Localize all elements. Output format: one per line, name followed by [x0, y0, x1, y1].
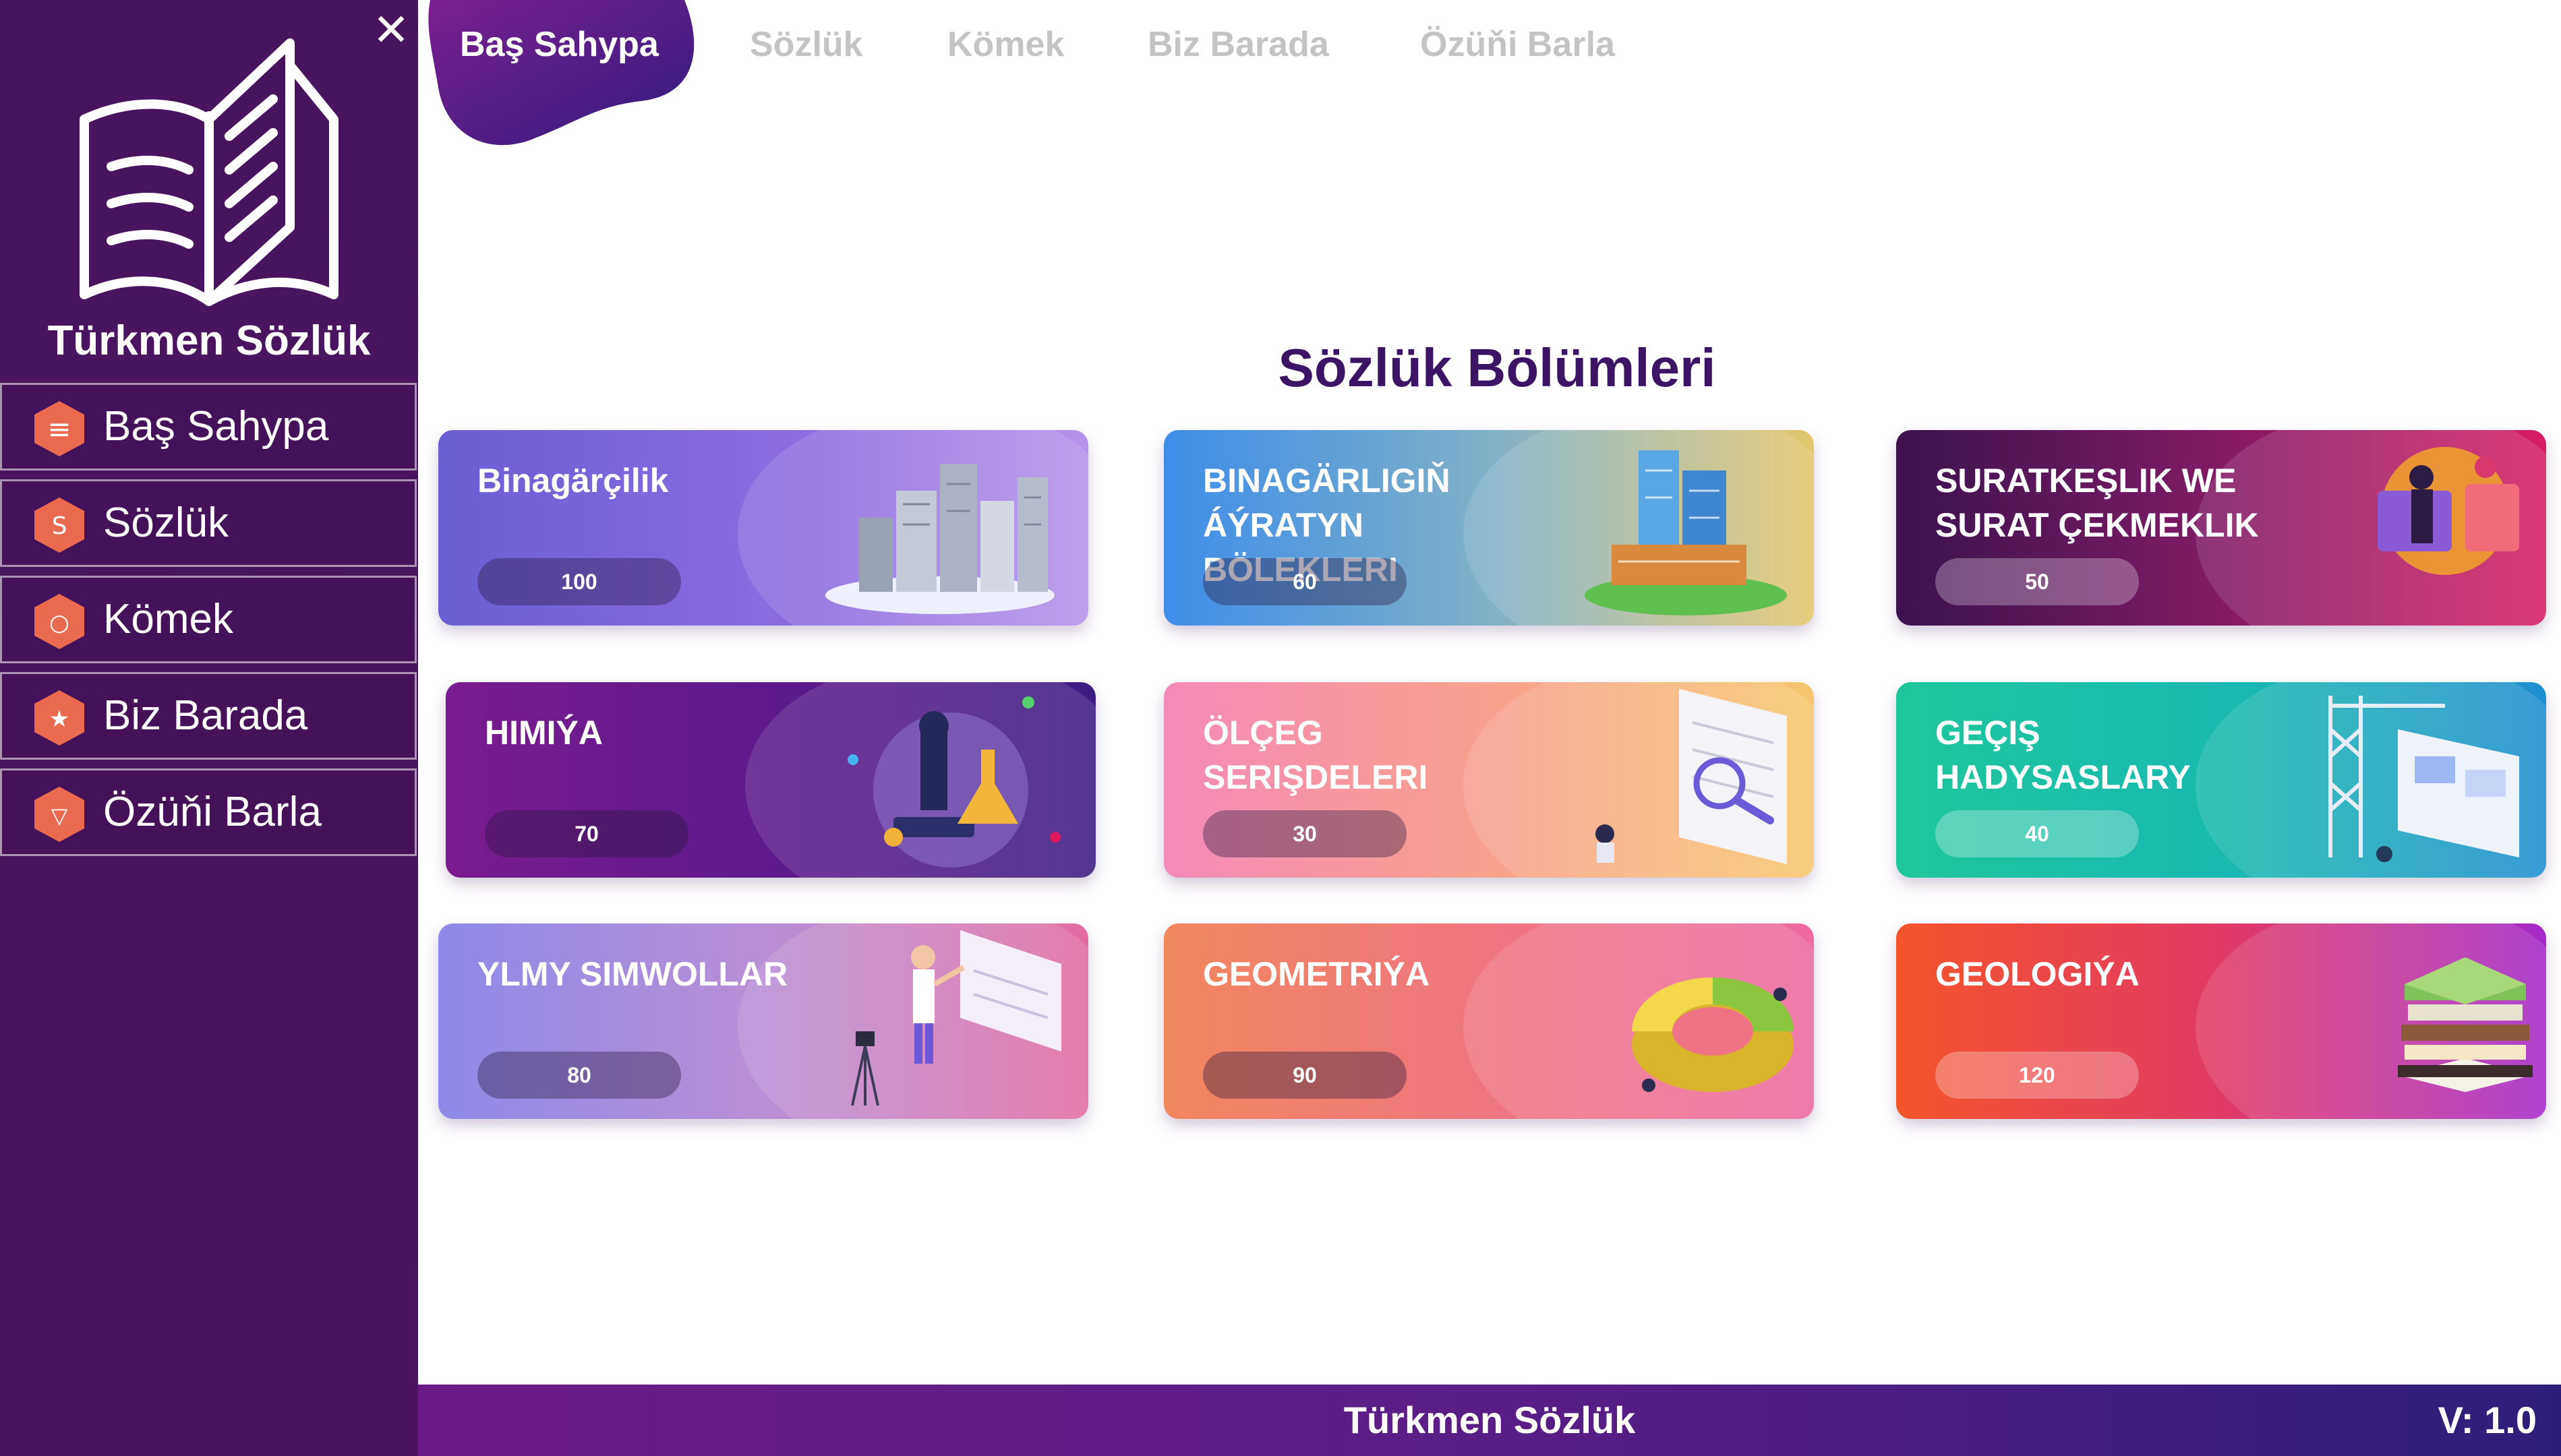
card-count-badge: 100	[477, 558, 681, 605]
category-card-binagarcilik[interactable]: Binagärçilik 100	[438, 430, 1088, 626]
tab-ozuni-barla[interactable]: Özüňi Barla	[1420, 24, 1615, 65]
card-title: GEÇIŞ HADYSASLARY	[1935, 714, 2191, 796]
city-buildings-illustration	[785, 437, 1075, 619]
help-circle-icon: ○	[30, 593, 88, 650]
card-count-badge: 60	[1203, 558, 1407, 605]
svg-text:≡: ≡	[47, 413, 71, 446]
section-title: Sözlük Bölümleri	[1278, 338, 1716, 398]
sidebar: ✕ Türkmen Sözlük ≡ Baş Sahypa S Sözlük ○…	[0, 0, 418, 1456]
tab-komek[interactable]: Kömek	[947, 24, 1064, 65]
book-logo-icon	[67, 35, 351, 311]
card-title: HIMIÝA	[485, 714, 603, 752]
lesson-board-illustration	[785, 930, 1075, 1112]
category-card-suratkeslik[interactable]: SURATKEŞLIK WE SURAT ÇEKMEKLIK 50	[1896, 430, 2546, 626]
tab-biz-barada[interactable]: Biz Barada	[1148, 24, 1329, 65]
tab-sozluk[interactable]: Sözlük	[750, 24, 863, 65]
category-card-olceg-serisdeleri[interactable]: ÖLÇEG SERIŞDELERI 30	[1164, 682, 1814, 878]
star-icon: ★	[30, 689, 88, 747]
card-count-badge: 50	[1935, 558, 2139, 605]
card-count-badge: 70	[485, 810, 688, 857]
svg-text:○: ○	[49, 609, 69, 636]
svg-text:★: ★	[49, 706, 69, 733]
sidebar-item-ozuni-barla[interactable]: ▽ Özüňi Barla	[0, 768, 417, 856]
donut-chart-illustration	[1510, 930, 1800, 1112]
category-card-geologiya[interactable]: GEOLOGIÝA 120	[1896, 923, 2546, 1119]
footer-title: Türkmen Sözlük	[1343, 1399, 1636, 1441]
sidebar-item-label: Özüňi Barla	[103, 789, 322, 835]
category-card-gecis-hadysaslary[interactable]: GEÇIŞ HADYSASLARY 40	[1896, 682, 2546, 878]
sidebar-item-bas-sahypa[interactable]: ≡ Baş Sahypa	[0, 383, 417, 471]
card-title: YLMY SIMWOLLAR	[477, 955, 788, 993]
card-title: GEOMETRIÝA	[1203, 955, 1430, 993]
version-label: V: 1.0	[2438, 1399, 2537, 1441]
magnifier-document-illustration	[1510, 689, 1800, 871]
artists-illustration	[2243, 437, 2533, 619]
card-title: Binagärçilik	[477, 462, 669, 499]
tab-bas-sahypa[interactable]: Baş Sahypa	[460, 24, 659, 65]
test-check-icon: ▽	[30, 785, 88, 843]
footer-bar: Türkmen Sözlük V: 1.0	[418, 1385, 2561, 1456]
card-count-badge: 120	[1935, 1052, 2139, 1099]
office-towers-illustration	[1510, 437, 1800, 619]
category-card-himiya[interactable]: HIMIÝA 70	[446, 682, 1096, 878]
sidebar-item-komek[interactable]: ○ Kömek	[0, 576, 417, 663]
card-title: GEOLOGIÝA	[1935, 955, 2140, 993]
sidebar-item-biz-barada[interactable]: ★ Biz Barada	[0, 672, 417, 760]
category-card-geometriya[interactable]: GEOMETRIÝA 90	[1164, 923, 1814, 1119]
card-count-badge: 80	[477, 1052, 681, 1099]
close-icon[interactable]: ✕	[370, 7, 413, 52]
active-tab-blob	[418, 0, 701, 148]
sidebar-item-label: Biz Barada	[103, 692, 308, 739]
card-count-badge: 40	[1935, 810, 2139, 857]
sidebar-item-label: Kömek	[103, 596, 233, 642]
svg-text:S: S	[52, 512, 67, 540]
crane-screen-illustration	[2243, 689, 2533, 871]
card-title: ÖLÇEG SERIŞDELERI	[1203, 714, 1428, 796]
microscope-flask-illustration	[792, 689, 1082, 871]
card-count-badge: 30	[1203, 810, 1407, 857]
sidebar-item-sozluk[interactable]: S Sözlük	[0, 479, 417, 567]
sidebar-item-label: Baş Sahypa	[103, 403, 329, 450]
app-name: Türkmen Sözlük	[47, 317, 371, 364]
card-count-badge: 90	[1203, 1052, 1407, 1099]
menu-lines-icon: ≡	[30, 400, 88, 458]
card-title: SURATKEŞLIK WE SURAT ÇEKMEKLIK	[1935, 462, 2259, 544]
svg-text:▽: ▽	[51, 803, 68, 828]
book-stack-illustration	[2243, 930, 2533, 1112]
dictionary-s-icon: S	[30, 496, 88, 554]
category-card-binagarligin-ayratyn-bolekleri[interactable]: BINAGÄRLIGIŇ ÁÝRATYN BÖLEKLERI 60	[1164, 430, 1814, 626]
sidebar-item-label: Sözlük	[103, 499, 229, 546]
category-card-ylmy-simwollar[interactable]: YLMY SIMWOLLAR 80	[438, 923, 1088, 1119]
